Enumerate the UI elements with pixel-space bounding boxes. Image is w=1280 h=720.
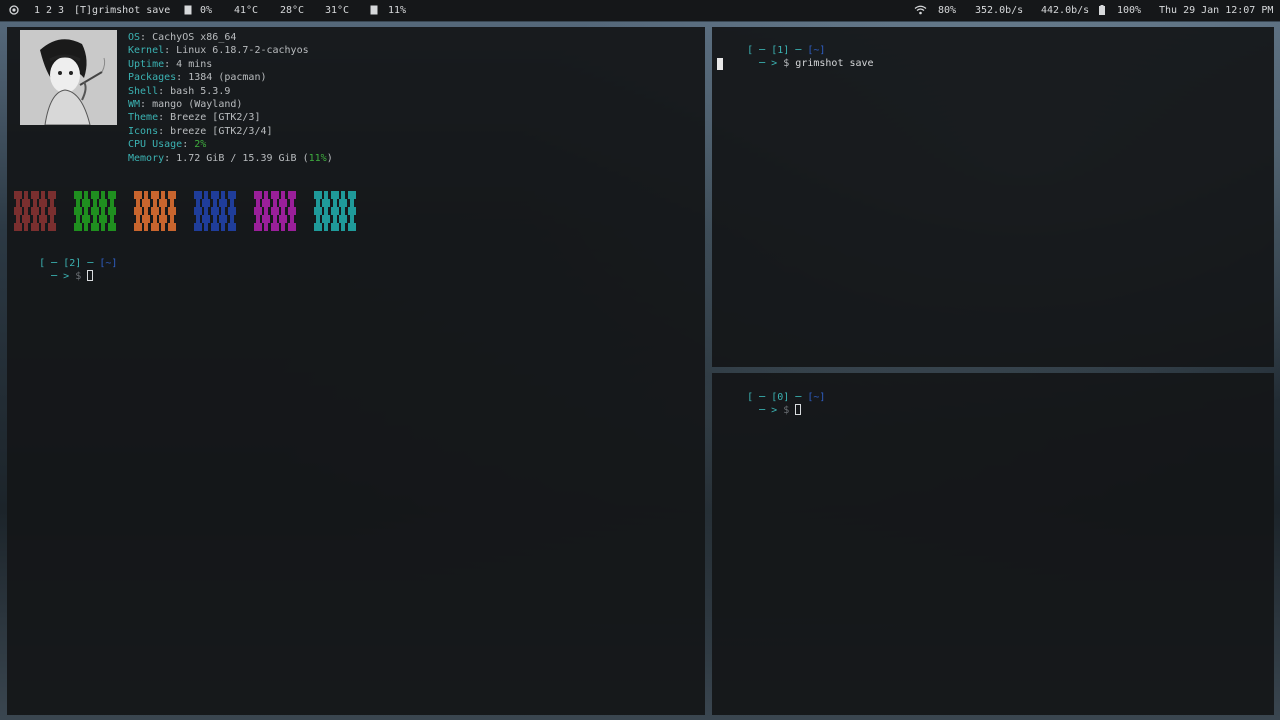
fastfetch-key: Packages (128, 72, 177, 84)
terminal-cursor (795, 404, 802, 416)
net-up: 442.0b/s (1041, 5, 1090, 16)
fastfetch-value: 2% (194, 139, 207, 151)
fastfetch-value: 1.72 GiB / 15.39 GiB ( (176, 152, 309, 164)
fastfetch-row: Theme: Breeze [GTK2/3] (128, 112, 261, 124)
window-title: [T]grimshot save (74, 5, 171, 16)
palette-swatch (74, 191, 116, 231)
workspace-2[interactable]: 2 (46, 4, 52, 17)
fastfetch-row: Kernel: Linux 6.18.7-2-cachyos (128, 45, 309, 57)
fastfetch-key: Theme (128, 112, 159, 124)
fastfetch-value: breeze [GTK2/3/4] (170, 125, 273, 137)
temp-2: 28°C (280, 5, 305, 16)
fastfetch-tail: ) (326, 152, 333, 164)
fastfetch-row: WM: mango (Wayland) (128, 99, 243, 110)
temp-3: 31°C (325, 5, 350, 16)
fastfetch-row: Uptime: 4 mins (128, 58, 213, 70)
fastfetch-row: Packages: 1384 (pacman) (128, 72, 267, 84)
palette-swatch (194, 191, 236, 231)
fastfetch-avatar (20, 30, 117, 125)
fastfetch-row: Memory: 1.72 GiB / 15.39 GiB (11%) (128, 152, 333, 164)
fastfetch-key: Icons (128, 125, 159, 137)
fastfetch-key: Shell (128, 85, 159, 97)
command-text: grimshot save (795, 58, 874, 70)
fastfetch-row: CPU Usage: 2% (128, 139, 207, 151)
workspace-3[interactable]: 3 (58, 4, 64, 17)
fastfetch-value: mango (Wayland) (152, 99, 243, 110)
status-bar: 1 2 3 [T]grimshot save 0% 41°C 28°C 31°C… (0, 0, 1280, 21)
fastfetch-key: Memory (128, 152, 165, 164)
terminal-left[interactable]: OS: CachyOS x86_64 Kernel: Linux 6.18.7-2… (7, 27, 705, 715)
battery-icon (1099, 5, 1105, 19)
cpu-usage: 0% (200, 5, 213, 16)
fastfetch-percent: 11% (308, 152, 327, 164)
fastfetch-key: WM (128, 99, 141, 110)
fastfetch-value: 1384 (pacman) (188, 72, 267, 84)
prompt-directory: [~] (99, 258, 118, 270)
net-down: 352.0b/s (975, 5, 1024, 16)
fastfetch-key: CPU Usage (128, 139, 183, 151)
memory-usage: 11% (388, 5, 407, 16)
fastfetch-value: Linux 6.18.7-2-cachyos (176, 45, 309, 57)
fastfetch-value: bash 5.3.9 (170, 85, 231, 97)
terminal-bottom-right[interactable]: [ ─ [0] ─ [~] ─ > $ (712, 373, 1274, 715)
fastfetch-key: OS (128, 32, 141, 43)
cpu-icon (184, 5, 192, 19)
prompt-line-2[interactable]: ─ > $ (723, 391, 802, 431)
clock[interactable]: Thu 29 Jan 12:07 PM (1159, 4, 1273, 17)
palette-swatch (314, 191, 356, 231)
fastfetch-key: Uptime (128, 58, 165, 70)
palette-swatch (254, 191, 296, 231)
prompt-line-2[interactable]: ─ > $ (15, 257, 94, 297)
fastfetch-value: Breeze [GTK2/3] (170, 112, 261, 124)
fastfetch-key: Kernel (128, 45, 165, 57)
prompt-line-2: ─ > $ grimshot save (723, 44, 874, 84)
temp-1: 41°C (234, 5, 259, 16)
launcher-icon[interactable] (9, 5, 19, 19)
wifi-strength: 80% (938, 5, 957, 16)
wifi-icon[interactable] (914, 5, 927, 19)
fastfetch-row: Icons: breeze [GTK2/3/4] (128, 125, 273, 137)
fastfetch-value: CachyOS x86_64 (152, 32, 237, 43)
palette-swatch (134, 191, 176, 231)
fastfetch-value: 4 mins (176, 58, 213, 70)
fastfetch-row: OS: CachyOS x86_64 (128, 32, 237, 43)
terminal-top-right[interactable]: [ ─ [1] ─ [~] ─ > $ grimshot save (712, 27, 1274, 367)
memory-icon (370, 5, 378, 19)
prompt-arrow: ─ > (51, 271, 70, 283)
prompt-arrow: ─ > (759, 58, 778, 70)
workspace-1[interactable]: 1 (34, 4, 40, 17)
battery-level: 100% (1117, 5, 1142, 16)
prompt-directory: [~] (807, 392, 826, 404)
prompt-arrow: ─ > (759, 405, 778, 417)
terminal-cursor (717, 58, 723, 70)
fastfetch-row: Shell: bash 5.3.9 (128, 85, 231, 97)
terminal-cursor (87, 270, 94, 282)
palette-swatch (14, 191, 56, 231)
